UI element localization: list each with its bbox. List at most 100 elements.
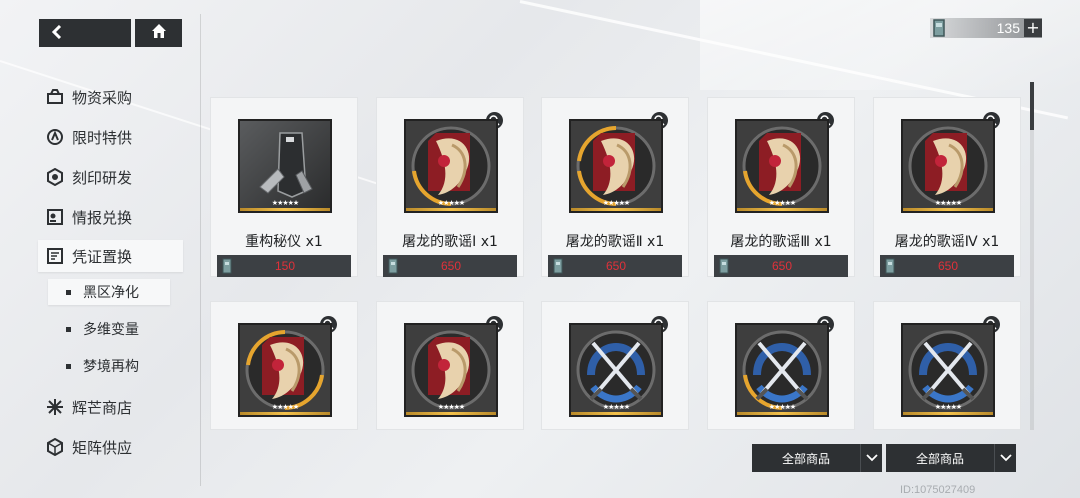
shop-item-card[interactable]: ★★★★★ [376, 301, 524, 430]
supply-icon [46, 88, 64, 106]
bullet-icon [66, 289, 71, 295]
radiance-icon [46, 398, 64, 416]
rarity-bar [737, 412, 827, 415]
item-image: ★★★★★ [238, 323, 332, 417]
rarity-stars: ★★★★★ [602, 199, 630, 207]
rarity-bar [406, 412, 496, 415]
dragon-art [406, 325, 496, 415]
rarity-stars: ★★★★★ [768, 199, 796, 207]
price-tag: 650 [714, 255, 848, 277]
sidebar-item-matrix[interactable]: 矩阵供应 [38, 432, 132, 462]
imprint-icon [46, 167, 64, 187]
dropdown-label: 全部商品 [781, 451, 830, 466]
scrollbar-thumb[interactable] [1030, 82, 1034, 130]
rarity-bar [903, 208, 993, 211]
limited-icon [46, 128, 64, 146]
device-art [240, 121, 330, 211]
dropdown-label: 全部商品 [915, 451, 964, 466]
item-image: ★★★★★ [569, 119, 663, 213]
item-price: 650 [605, 259, 627, 273]
shop-item-card[interactable]: ★★★★★ 屠龙的歌谣Ⅲ x1 650 [707, 97, 855, 277]
user-id: ID:1075027409 [900, 484, 976, 496]
item-image: ★★★★★ [404, 323, 498, 417]
dragon-art [406, 121, 496, 211]
item-name: 屠龙的歌谣Ⅰ x1 [402, 234, 498, 250]
home-icon [151, 23, 167, 43]
intel-icon [46, 208, 64, 226]
rarity-stars: ★★★★★ [271, 403, 299, 411]
back-button[interactable] [39, 19, 131, 47]
price-tag: 650 [548, 255, 682, 277]
shop-item-card[interactable]: ★★★★★ 屠龙的歌谣Ⅰ x1 650 [376, 97, 524, 277]
shop-item-card[interactable]: ★★★★★ [873, 301, 1021, 430]
rarity-stars: ★★★★★ [934, 403, 962, 411]
item-name: 屠龙的歌谣Ⅲ x1 [730, 234, 832, 250]
rarity-stars: ★★★★★ [437, 403, 465, 411]
rarity-bar [737, 208, 827, 211]
swords-art [737, 325, 827, 415]
dragon-art [240, 325, 330, 415]
item-name: 屠龙的歌谣Ⅱ x1 [565, 234, 665, 250]
shop-item-card[interactable]: ★★★★★ [541, 301, 689, 430]
filter-dropdown-2[interactable]: 全部商品 [886, 444, 1016, 472]
dragon-art [571, 121, 661, 211]
shop-item-card[interactable]: ★★★★★ [210, 301, 358, 430]
item-image: ★★★★★ [735, 119, 829, 213]
sidebar-item-label: 凭证置换 [72, 247, 133, 266]
sidebar-item-label: 辉芒商店 [72, 398, 133, 417]
add-currency-button[interactable]: + [1024, 19, 1042, 37]
sidebar-divider [200, 14, 201, 486]
background-glare [700, 0, 1080, 90]
item-price: 650 [440, 259, 462, 273]
token-icon [932, 18, 946, 38]
swords-art [571, 325, 661, 415]
shop-item-card[interactable]: ★★★★★ [707, 301, 855, 430]
item-image: ★★★★★ [901, 119, 995, 213]
item-price: 150 [274, 259, 296, 273]
filter-dropdown-1[interactable]: 全部商品 [752, 444, 882, 472]
scrollbar-track[interactable] [1030, 96, 1034, 430]
sidebar-item-imprint[interactable]: 刻印研发 [38, 162, 132, 192]
sidebar-item-voucher[interactable]: 凭证置换 [38, 240, 183, 272]
swords-art [903, 325, 993, 415]
dragon-art [903, 121, 993, 211]
rarity-bar [240, 412, 330, 415]
home-button[interactable] [135, 19, 182, 47]
currency-amount: 135 [996, 20, 1020, 36]
sidebar-item-radiance[interactable]: 辉芒商店 [38, 392, 132, 422]
item-image: ★★★★★ [569, 323, 663, 417]
sidebar-item-intel[interactable]: 情报兑换 [38, 202, 132, 232]
price-tag: 150 [217, 255, 351, 277]
token-icon [221, 257, 233, 275]
sidebar-item-label: 限时特供 [72, 128, 133, 147]
item-image: ★★★★★ [404, 119, 498, 213]
back-arrow-icon [51, 24, 63, 43]
shop-item-card[interactable]: ★★★★★ 屠龙的歌谣Ⅱ x1 650 [541, 97, 689, 277]
rarity-stars: ★★★★★ [437, 199, 465, 207]
shop-item-card[interactable]: ★★★★★ 屠龙的歌谣Ⅳ x1 650 [873, 97, 1021, 277]
sidebar-item-limited[interactable]: 限时特供 [38, 122, 132, 152]
currency-display: 135 + [930, 18, 1042, 38]
rarity-bar [571, 412, 661, 415]
item-image: ★★★★★ [735, 323, 829, 417]
rarity-stars: ★★★★★ [768, 403, 796, 411]
sidebar-subitem-label: 梦境再构 [83, 359, 139, 375]
sidebar-subitem-black-zone[interactable]: 黑区净化 [48, 279, 170, 305]
sidebar-item-supply[interactable]: 物资采购 [38, 82, 132, 112]
dragon-art [737, 121, 827, 211]
token-icon [718, 257, 730, 275]
price-tag: 650 [880, 255, 1014, 277]
rarity-stars: ★★★★★ [271, 199, 299, 207]
shop-item-card[interactable]: ★★★★★ 重构秘仪 x1 150 [210, 97, 358, 277]
item-image: ★★★★★ [238, 119, 332, 213]
item-price: 650 [937, 259, 959, 273]
sidebar-item-label: 情报兑换 [72, 208, 133, 227]
item-image: ★★★★★ [901, 323, 995, 417]
rarity-stars: ★★★★★ [934, 199, 962, 207]
price-tag: 650 [383, 255, 517, 277]
token-icon [884, 257, 896, 275]
sidebar-subitem-multi-variable[interactable]: 多维变量 [48, 316, 170, 342]
sidebar-subitem-dream-rebuild[interactable]: 梦境再构 [48, 353, 170, 379]
token-icon [552, 257, 564, 275]
item-name: 屠龙的歌谣Ⅳ x1 [894, 234, 1000, 250]
